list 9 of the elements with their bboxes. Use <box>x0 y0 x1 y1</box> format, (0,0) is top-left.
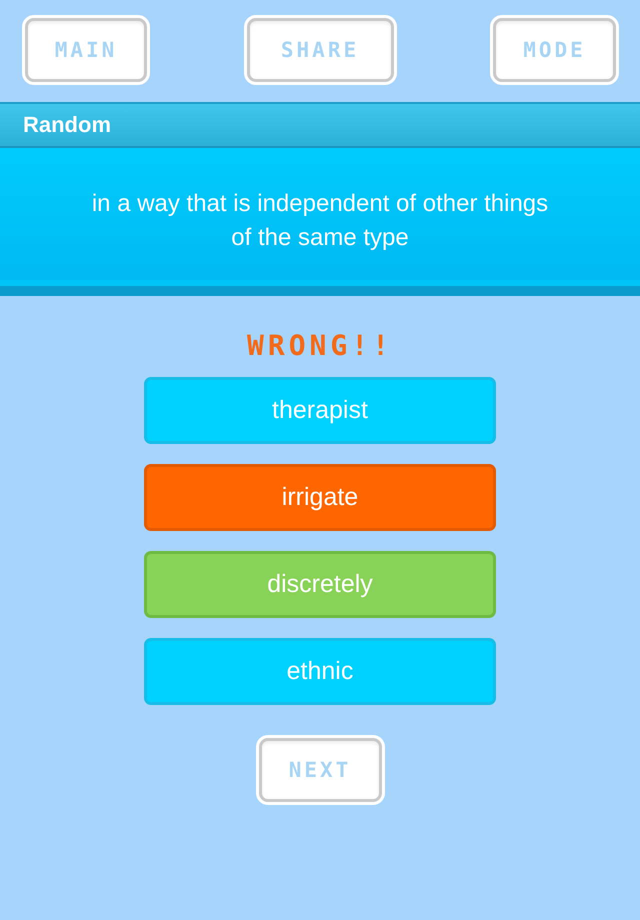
word-title: Random <box>23 112 111 138</box>
answer-button[interactable]: discretely <box>144 551 496 618</box>
answer-button[interactable]: therapist <box>144 377 496 444</box>
answer-button[interactable]: irrigate <box>144 464 496 531</box>
feedback-text: WRONG!! <box>246 330 393 362</box>
nav-button[interactable]: MAIN <box>25 18 147 82</box>
answer-button[interactable]: ethnic <box>144 638 496 705</box>
nav-button[interactable]: MODE <box>493 18 616 82</box>
definition-text: in a way that is independent of other things of the same type <box>90 189 550 253</box>
